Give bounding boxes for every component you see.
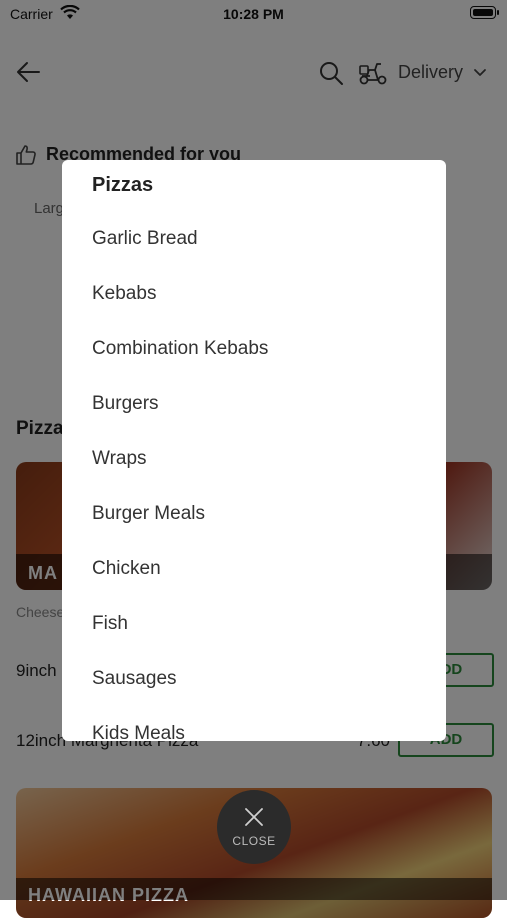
- close-icon: [245, 808, 263, 826]
- menu-item[interactable]: Kebabs: [92, 283, 156, 305]
- close-button[interactable]: CLOSE: [217, 790, 291, 864]
- menu-item[interactable]: Wraps: [92, 448, 147, 470]
- menu-title[interactable]: Pizzas: [92, 174, 153, 197]
- menu-item[interactable]: Burgers: [92, 393, 159, 415]
- menu-item[interactable]: Garlic Bread: [92, 228, 198, 250]
- menu-item[interactable]: Burger Meals: [92, 503, 205, 525]
- menu-item[interactable]: Fish: [92, 613, 128, 635]
- menu-item[interactable]: Kids Meals: [92, 723, 185, 741]
- close-label: CLOSE: [232, 834, 276, 848]
- category-menu: Pizzas Garlic Bread Kebabs Combination K…: [62, 160, 446, 741]
- menu-item[interactable]: Chicken: [92, 558, 161, 580]
- menu-item[interactable]: Sausages: [92, 668, 177, 690]
- menu-item[interactable]: Combination Kebabs: [92, 338, 268, 360]
